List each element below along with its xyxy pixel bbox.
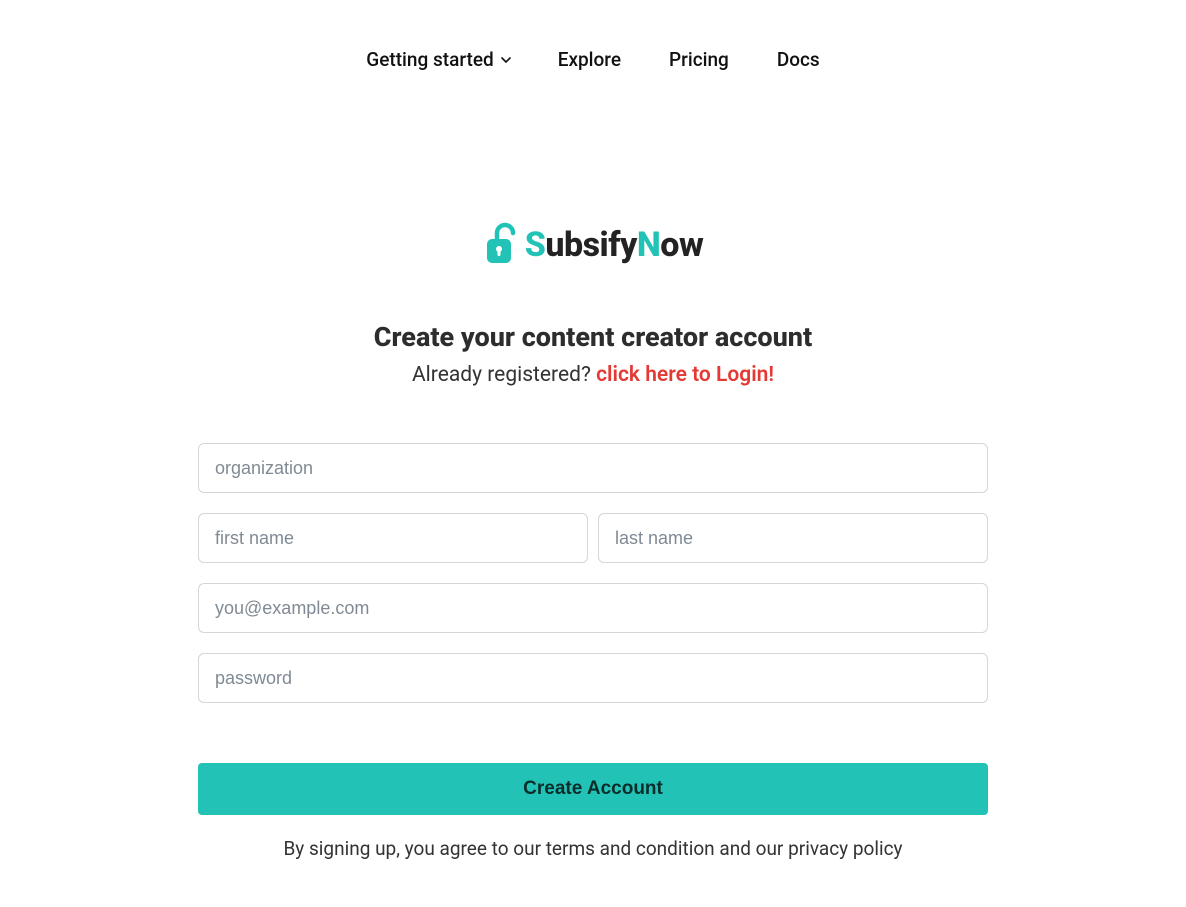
nav-label: Docs xyxy=(777,48,820,71)
nav-explore[interactable]: Explore xyxy=(558,48,621,71)
brand-wordmark: SubsifyNow xyxy=(525,225,704,265)
nav-label: Explore xyxy=(558,48,621,71)
nav-pricing[interactable]: Pricing xyxy=(669,48,729,71)
login-link[interactable]: click here to Login! xyxy=(596,363,774,387)
page-title: Create your content creator account xyxy=(198,321,988,353)
already-text: Already registered? xyxy=(412,363,596,387)
unlock-icon xyxy=(483,221,523,265)
signup-form: Create Account xyxy=(198,443,988,815)
password-field[interactable] xyxy=(198,653,988,703)
organization-field[interactable] xyxy=(198,443,988,493)
chevron-down-icon xyxy=(500,54,510,64)
already-registered-text: Already registered? click here to Login! xyxy=(198,363,988,387)
first-name-field[interactable] xyxy=(198,513,588,563)
signup-panel: SubsifyNow Create your content creator a… xyxy=(198,221,988,860)
email-field[interactable] xyxy=(198,583,988,633)
top-nav: Getting started Explore Pricing Docs xyxy=(0,0,1186,71)
nav-label: Pricing xyxy=(669,48,729,71)
terms-text: By signing up, you agree to our terms an… xyxy=(198,837,988,860)
brand-logo: SubsifyNow xyxy=(198,221,988,265)
nav-docs[interactable]: Docs xyxy=(777,48,820,71)
nav-getting-started[interactable]: Getting started xyxy=(366,48,509,71)
create-account-button[interactable]: Create Account xyxy=(198,763,988,815)
last-name-field[interactable] xyxy=(598,513,988,563)
nav-label: Getting started xyxy=(366,48,493,71)
